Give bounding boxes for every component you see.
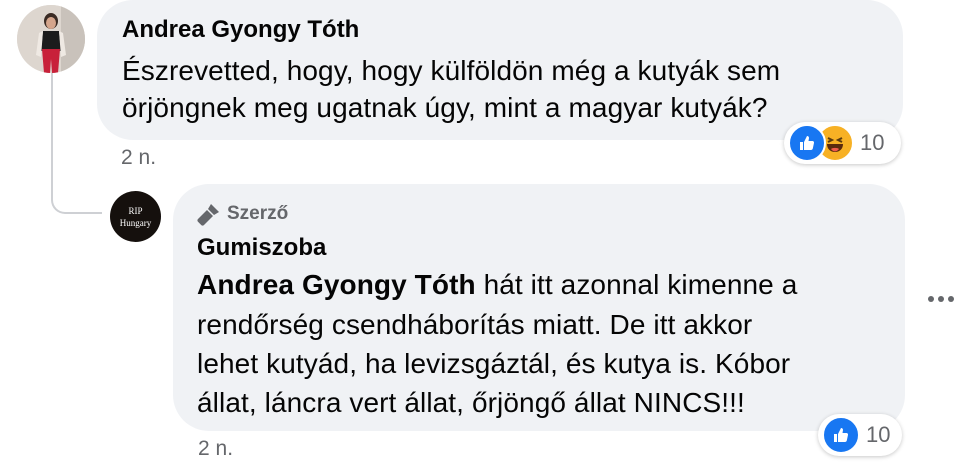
comment-text-line: örjöngnek meg ugatnak úgy, mint a magyar… <box>122 92 768 123</box>
reply-text-line: lehet kutyád, ha levizsgáztál, és kutya … <box>197 348 791 379</box>
comment-author[interactable]: Andrea Gyongy Tóth <box>122 16 359 44</box>
comment-text-line: Észrevetted, hogy, hogy külföldön még a … <box>122 55 781 86</box>
comment-bubble[interactable]: Andrea Gyongy Tóth Észrevetted, hogy, ho… <box>97 0 903 140</box>
reaction-count: 10 <box>860 130 885 155</box>
reply-text-line: rendőrség csendháborítás miatt. De itt a… <box>197 309 753 340</box>
thread-connector-branch <box>70 212 102 214</box>
like-icon <box>788 124 826 162</box>
reaction-summary[interactable]: 10 <box>784 122 901 164</box>
avatar-andrea[interactable] <box>17 5 85 73</box>
reply-text-line: állat, láncra vert állat, őrjöngő állat … <box>197 387 745 418</box>
reply-text-fragment: hát itt azonnal kimenne a <box>475 269 798 300</box>
reply-author[interactable]: Gumiszoba <box>197 234 326 262</box>
reaction-count: 10 <box>866 422 891 447</box>
author-badge: Szerző <box>197 202 288 226</box>
reply-text-line: Andrea Gyongy Tóth hát itt azonnal kimen… <box>197 266 797 303</box>
like-icon <box>822 416 860 454</box>
more-options-icon[interactable] <box>928 296 954 302</box>
mention-link[interactable]: Andrea Gyongy Tóth <box>197 269 476 300</box>
microphone-icon <box>197 202 221 226</box>
reply-timestamp[interactable]: 2 n. <box>198 437 233 461</box>
avatar-gumiszoba[interactable]: RIP Hungary <box>110 191 161 242</box>
avatar-text: Hungary <box>119 217 152 228</box>
thread-connector-curve <box>51 196 71 214</box>
avatar-text: RIP <box>128 205 143 216</box>
thread-connector-line <box>51 70 53 198</box>
comment-timestamp[interactable]: 2 n. <box>121 146 156 170</box>
author-badge-label: Szerző <box>227 203 289 224</box>
reaction-summary[interactable]: 10 <box>818 414 902 456</box>
